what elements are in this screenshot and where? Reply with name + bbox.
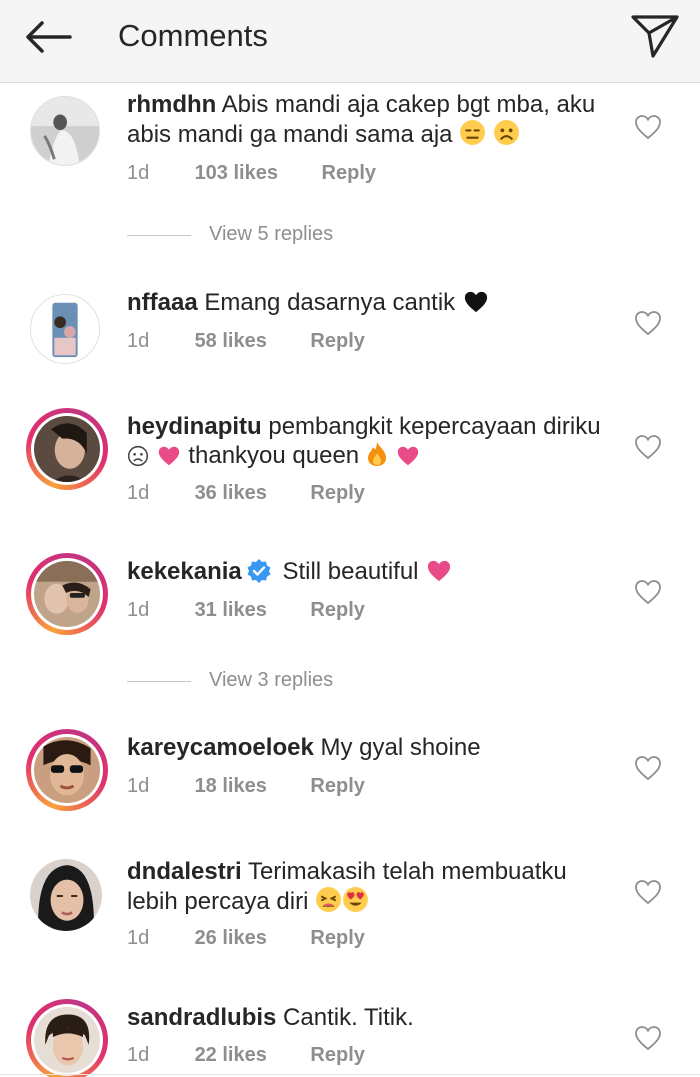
comment-item: nffaaa Emang dasarnya cantik 1d 58 likes…	[0, 288, 700, 368]
avatar[interactable]	[26, 408, 108, 490]
comment-meta: 1d 36 likes Reply	[127, 482, 365, 505]
like-heart-icon[interactable]	[634, 755, 662, 781]
comment-likes[interactable]: 36 likes	[195, 482, 267, 505]
comment-item: heydinapitu pembangkit kepercayaan dirik…	[0, 408, 700, 512]
comment-body: Still beautiful	[282, 558, 419, 585]
avatar[interactable]	[26, 855, 108, 937]
reply-button[interactable]: Reply	[310, 927, 364, 950]
comment-time: 1d	[127, 162, 150, 184]
comment-item: rhmdhn Abis mandi aja cakep bgt mba, aku…	[0, 90, 700, 200]
comment-text: heydinapitu pembangkit kepercayaan dirik…	[127, 412, 617, 474]
reply-button[interactable]: Reply	[310, 1044, 364, 1067]
comment-username[interactable]: kareycamoeloek	[127, 734, 314, 761]
avatar[interactable]	[26, 290, 108, 372]
comment-body: pembangkit kepercayaan diriku	[268, 413, 601, 440]
reply-button[interactable]: Reply	[310, 599, 364, 622]
comment-text: rhmdhn Abis mandi aja cakep bgt mba, aku…	[127, 90, 617, 153]
comment-item: kareycamoeloek My gyal shoine 1d 18 like…	[0, 729, 700, 813]
divider	[127, 235, 191, 236]
comment-time: 1d	[127, 482, 150, 504]
app-header: Comments	[0, 0, 700, 83]
comment-likes[interactable]: 22 likes	[195, 1044, 267, 1067]
comment-likes[interactable]: 103 likes	[195, 162, 278, 185]
comment-likes[interactable]: 58 likes	[195, 330, 267, 353]
comment-text: nffaaa Emang dasarnya cantik	[127, 288, 617, 321]
reply-button[interactable]: Reply	[310, 330, 364, 353]
frowning-face-emoji-icon	[493, 119, 520, 153]
paper-plane-icon	[631, 15, 679, 58]
comment-item: kekekania Still beautiful 1d 31 likes Re…	[0, 553, 700, 637]
like-heart-icon[interactable]	[634, 1025, 662, 1051]
reply-button[interactable]: Reply	[310, 775, 364, 798]
comment-body: My gyal shoine	[320, 734, 481, 761]
comment-meta: 1d 103 likes Reply	[127, 162, 376, 185]
like-heart-icon[interactable]	[634, 434, 662, 460]
view-replies-label: View 3 replies	[209, 669, 334, 691]
comment-body: Cantik. Titik.	[283, 1004, 414, 1031]
comment-likes[interactable]: 18 likes	[195, 775, 267, 798]
divider	[0, 1074, 700, 1075]
comment-time: 1d	[127, 775, 150, 797]
pink-heart-emoji-icon	[425, 559, 453, 590]
comment-likes[interactable]: 26 likes	[195, 927, 267, 950]
share-button[interactable]	[630, 12, 680, 60]
comment-time: 1d	[127, 1044, 150, 1066]
like-heart-icon[interactable]	[634, 579, 662, 605]
heart-eyes-emoji-icon	[342, 886, 369, 920]
comment-likes[interactable]: 31 likes	[195, 599, 267, 622]
back-button[interactable]	[20, 14, 76, 60]
comment-body: Emang dasarnya cantik	[204, 289, 456, 316]
divider	[127, 681, 191, 682]
black-heart-emoji-icon	[462, 290, 490, 321]
comment-time: 1d	[127, 330, 150, 352]
comment-item: sandradlubis Cantik. Titik. 1d 22 likes …	[0, 999, 700, 1077]
comment-text: kekekania Still beautiful	[127, 557, 617, 591]
comment-meta: 1d 26 likes Reply	[127, 927, 365, 950]
pink-heart-emoji-icon	[395, 445, 421, 474]
frowning-face-emoji-icon	[127, 445, 149, 474]
comment-username[interactable]: sandradlubis	[127, 1004, 276, 1031]
pink-heart-emoji-icon	[156, 445, 182, 474]
like-heart-icon[interactable]	[634, 310, 662, 336]
neutral-face-emoji-icon	[459, 119, 486, 153]
back-arrow-icon	[26, 21, 72, 53]
comment-username[interactable]: nffaaa	[127, 289, 198, 316]
view-replies-label: View 5 replies	[209, 223, 334, 245]
avatar[interactable]	[26, 553, 108, 635]
comment-username[interactable]: kekekania	[127, 558, 242, 585]
comment-username[interactable]: dndalestri	[127, 858, 242, 885]
comment-item: dndalestri Terimakasih telah membuatku l…	[0, 857, 700, 957]
comment-time: 1d	[127, 599, 150, 621]
comment-time: 1d	[127, 927, 150, 949]
avatar[interactable]	[26, 999, 108, 1077]
avatar[interactable]	[26, 729, 108, 811]
reply-button[interactable]: Reply	[322, 162, 376, 185]
comment-username[interactable]: rhmdhn	[127, 91, 216, 118]
reply-button[interactable]: Reply	[310, 482, 364, 505]
comment-meta: 1d 22 likes Reply	[127, 1044, 365, 1067]
comment-username[interactable]: heydinapitu	[127, 413, 262, 440]
comment-body-continued: thankyou queen	[188, 442, 360, 469]
like-heart-icon[interactable]	[634, 879, 662, 905]
comment-text: dndalestri Terimakasih telah membuatku l…	[127, 857, 597, 920]
like-heart-icon[interactable]	[634, 114, 662, 140]
fire-emoji-icon	[366, 441, 388, 474]
avatar[interactable]	[26, 92, 108, 174]
comment-meta: 1d 31 likes Reply	[127, 599, 365, 622]
comment-text: sandradlubis Cantik. Titik.	[127, 1003, 617, 1032]
comment-meta: 1d 58 likes Reply	[127, 330, 365, 353]
page-title: Comments	[118, 18, 268, 53]
tired-face-emoji-icon	[315, 886, 342, 920]
verified-badge-icon	[246, 558, 272, 591]
comment-meta: 1d 18 likes Reply	[127, 775, 365, 798]
comment-text: kareycamoeloek My gyal shoine	[127, 733, 617, 762]
